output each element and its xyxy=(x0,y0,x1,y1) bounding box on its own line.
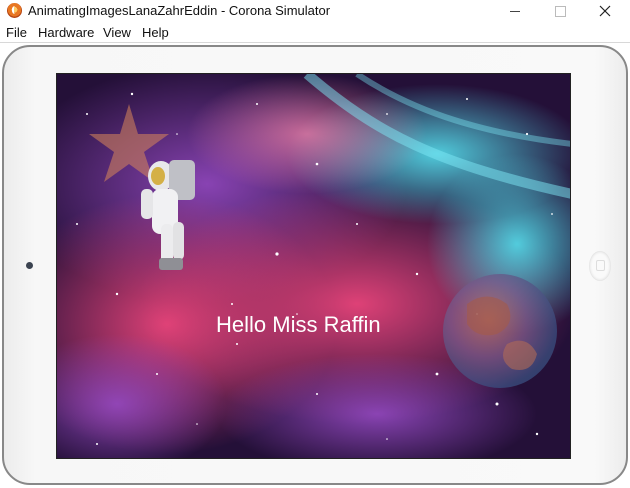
menu-view[interactable]: View xyxy=(103,25,131,40)
hello-text: Hello Miss Raffin xyxy=(216,312,381,337)
minimize-button[interactable] xyxy=(492,0,538,22)
space-background xyxy=(57,74,570,458)
title-bar: AnimatingImagesLanaZahrEddin - Corona Si… xyxy=(0,0,630,22)
menu-file[interactable]: File xyxy=(6,25,27,40)
menu-bar: File Hardware View Help xyxy=(0,22,630,42)
simulator-screen[interactable]: Hello Miss Raffin xyxy=(56,73,571,459)
corona-icon xyxy=(7,3,22,18)
close-icon xyxy=(599,5,611,17)
device-camera xyxy=(26,262,33,269)
home-button[interactable] xyxy=(589,251,611,281)
menu-hardware[interactable]: Hardware xyxy=(38,25,94,40)
window-title: AnimatingImagesLanaZahrEddin - Corona Si… xyxy=(28,3,331,18)
menu-help[interactable]: Help xyxy=(142,25,169,40)
menu-separator xyxy=(0,42,630,43)
earth-image xyxy=(443,274,557,388)
close-button[interactable] xyxy=(582,0,628,22)
maximize-button[interactable] xyxy=(537,0,583,22)
